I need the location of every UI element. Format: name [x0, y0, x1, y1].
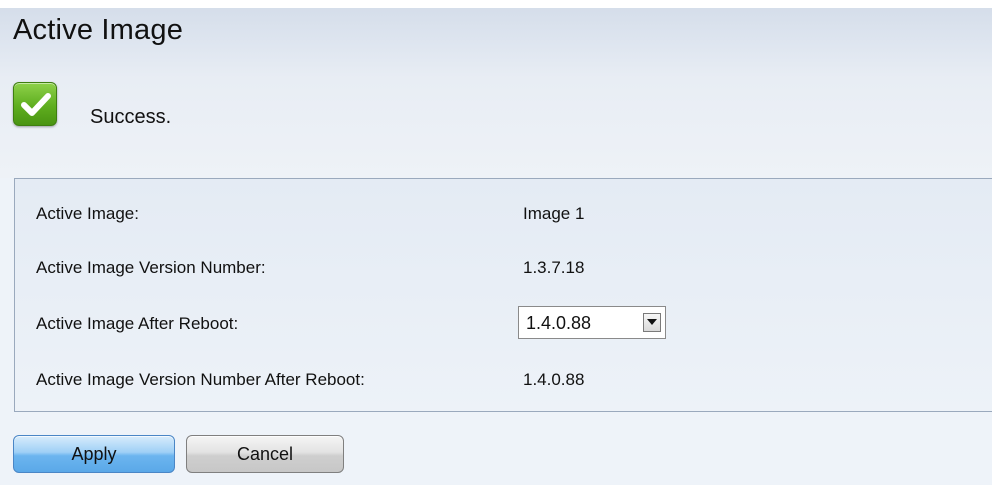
- active-image-value: Image 1: [523, 204, 585, 223]
- status-message: Success.: [90, 106, 172, 128]
- active-image-after-reboot-select[interactable]: 1.4.0.88: [518, 306, 666, 339]
- chevron-down-icon[interactable]: [643, 313, 661, 332]
- page-title: Active Image: [13, 14, 184, 46]
- version-after-reboot-label: Active Image Version Number After Reboot…: [36, 370, 365, 389]
- active-image-version-label: Active Image Version Number:: [36, 258, 266, 277]
- active-image-version-value: 1.3.7.18: [523, 258, 585, 277]
- check-icon: [13, 82, 57, 126]
- select-selected-value: 1.4.0.88: [526, 313, 592, 333]
- active-image-after-reboot-label: Active Image After Reboot:: [36, 314, 239, 333]
- version-after-reboot-value: 1.4.0.88: [523, 370, 585, 389]
- apply-button[interactable]: Apply: [13, 435, 175, 473]
- cancel-button[interactable]: Cancel: [186, 435, 344, 473]
- active-image-label: Active Image:: [36, 204, 139, 223]
